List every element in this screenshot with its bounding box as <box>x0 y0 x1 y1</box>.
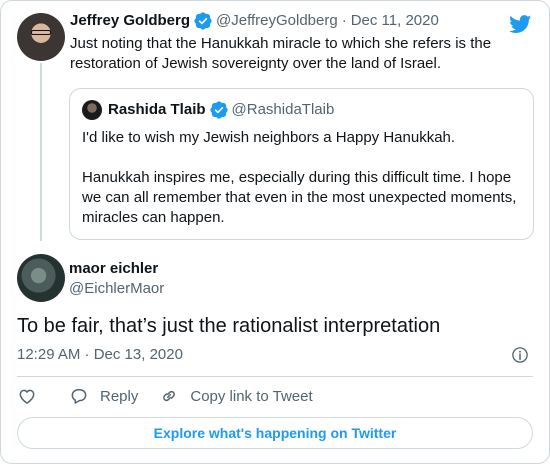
quoted-tweet-header: Rashida Tlaib @RashidaTlaib <box>82 100 521 120</box>
author-name[interactable]: maor eichler <box>69 259 164 279</box>
avatar[interactable] <box>17 13 65 61</box>
tweet-text: Just noting that the Hanukkah miracle to… <box>70 35 492 72</box>
tweet-date[interactable]: Dec 11, 2020 <box>351 11 439 31</box>
author-handle[interactable]: @JeffreyGoldberg <box>216 11 338 31</box>
tweet-text: To be fair, that’s just the rationalist … <box>17 315 441 337</box>
embedded-tweet-card: Jeffrey Goldberg @JeffreyGoldberg · Dec … <box>0 0 550 464</box>
author-name[interactable]: Jeffrey Goldberg <box>70 11 190 31</box>
author-handle[interactable]: @EichlerMaor <box>69 279 164 299</box>
thread-connector-line <box>40 63 42 241</box>
tweet-timestamp[interactable]: 12:29 AM · Dec 13, 2020 <box>17 345 183 365</box>
verified-badge-icon <box>194 12 212 30</box>
parent-tweet-header: Jeffrey Goldberg @JeffreyGoldberg · Dec … <box>70 11 540 31</box>
link-icon <box>163 390 176 402</box>
copy-link-label: Copy link to Tweet <box>190 387 313 405</box>
explore-twitter-button[interactable]: Explore what's happening on Twitter <box>17 417 533 449</box>
avatar <box>82 100 102 120</box>
author-handle: @RashidaTlaib <box>231 101 335 118</box>
quoted-tweet[interactable]: Rashida Tlaib @RashidaTlaib I'd like to … <box>69 88 534 240</box>
quoted-tweet-text: I'd like to wish my Jewish neighbors a H… <box>82 128 521 228</box>
reply-label: Reply <box>100 387 139 405</box>
glasses-graphic <box>31 30 51 35</box>
tweet-actions: Reply Copy link to Tweet <box>17 385 313 407</box>
author-name: Rashida Tlaib <box>108 101 206 118</box>
heart-icon <box>19 389 35 404</box>
reply-button[interactable]: Reply <box>69 386 138 406</box>
info-icon[interactable] <box>511 346 529 364</box>
reply-tweet-header: maor eichler @EichlerMaor <box>17 254 517 302</box>
like-button[interactable] <box>17 386 37 406</box>
avatar[interactable] <box>17 254 65 302</box>
quoted-paragraph: I'd like to wish my Jewish neighbors a H… <box>82 129 456 146</box>
separator-dot: · <box>341 12 347 29</box>
speech-bubble-icon <box>71 389 87 404</box>
quoted-paragraph: Hanukkah inspires me, especially during … <box>82 169 517 226</box>
verified-badge-icon <box>209 101 228 119</box>
divider <box>17 376 533 377</box>
copy-link-button[interactable]: Copy link to Tweet <box>159 386 313 406</box>
